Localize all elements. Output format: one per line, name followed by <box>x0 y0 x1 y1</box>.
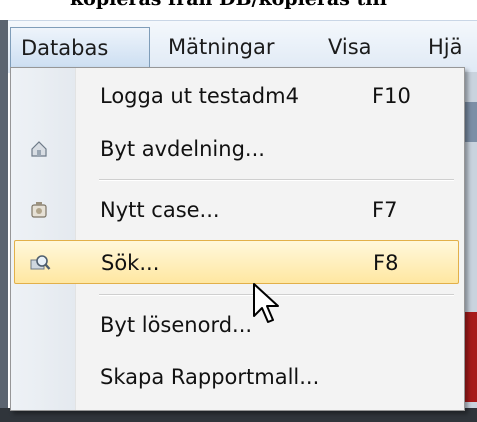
menu-item-shortcut: F7 <box>372 198 398 222</box>
menu-visa[interactable]: Visa <box>318 27 382 67</box>
menu-item-search[interactable]: Sök... F8 <box>14 240 459 284</box>
menu-item-shortcut: F8 <box>373 251 399 275</box>
menu-hjalp[interactable]: Hjä <box>418 27 473 67</box>
menu-item-label: Byt avdelning... <box>100 137 265 161</box>
mouse-cursor-icon <box>253 283 279 323</box>
menu-item-create-report-template[interactable]: Skapa Rapportmall... <box>14 355 459 399</box>
menu-item-logout[interactable]: Logga ut testadm4 F10 <box>14 74 459 118</box>
menu-item-shortcut: F10 <box>372 84 411 108</box>
window-edge <box>0 20 8 410</box>
menu-item-label: Skapa Rapportmall... <box>100 365 320 389</box>
menu-item-label: Byt lösenord... <box>100 313 253 337</box>
new-case-icon <box>28 199 50 221</box>
menubar: Databas Mätningar Visa Hjä <box>8 20 477 73</box>
menu-item-change-password[interactable]: Byt lösenord... <box>14 303 459 347</box>
menu-matningar[interactable]: Mätningar <box>158 27 285 67</box>
menu-item-change-department[interactable]: Byt avdelning... <box>14 127 459 171</box>
page-heading-fragment: kopieras från DB/kopieras till <box>70 0 477 10</box>
background-window-strip <box>463 72 477 422</box>
databas-dropdown-menu: Logga ut testadm4 F10 Byt avdelning... N… <box>10 67 465 411</box>
menu-item-new-case[interactable]: Nytt case... F7 <box>14 188 459 232</box>
menu-item-label: Nytt case... <box>100 198 220 222</box>
menu-separator <box>99 179 454 181</box>
search-icon <box>29 252 51 274</box>
menu-item-label: Sök... <box>101 251 160 275</box>
menu-databas[interactable]: Databas <box>10 27 150 67</box>
department-icon <box>28 138 50 160</box>
menu-item-label: Logga ut testadm4 <box>100 84 299 108</box>
